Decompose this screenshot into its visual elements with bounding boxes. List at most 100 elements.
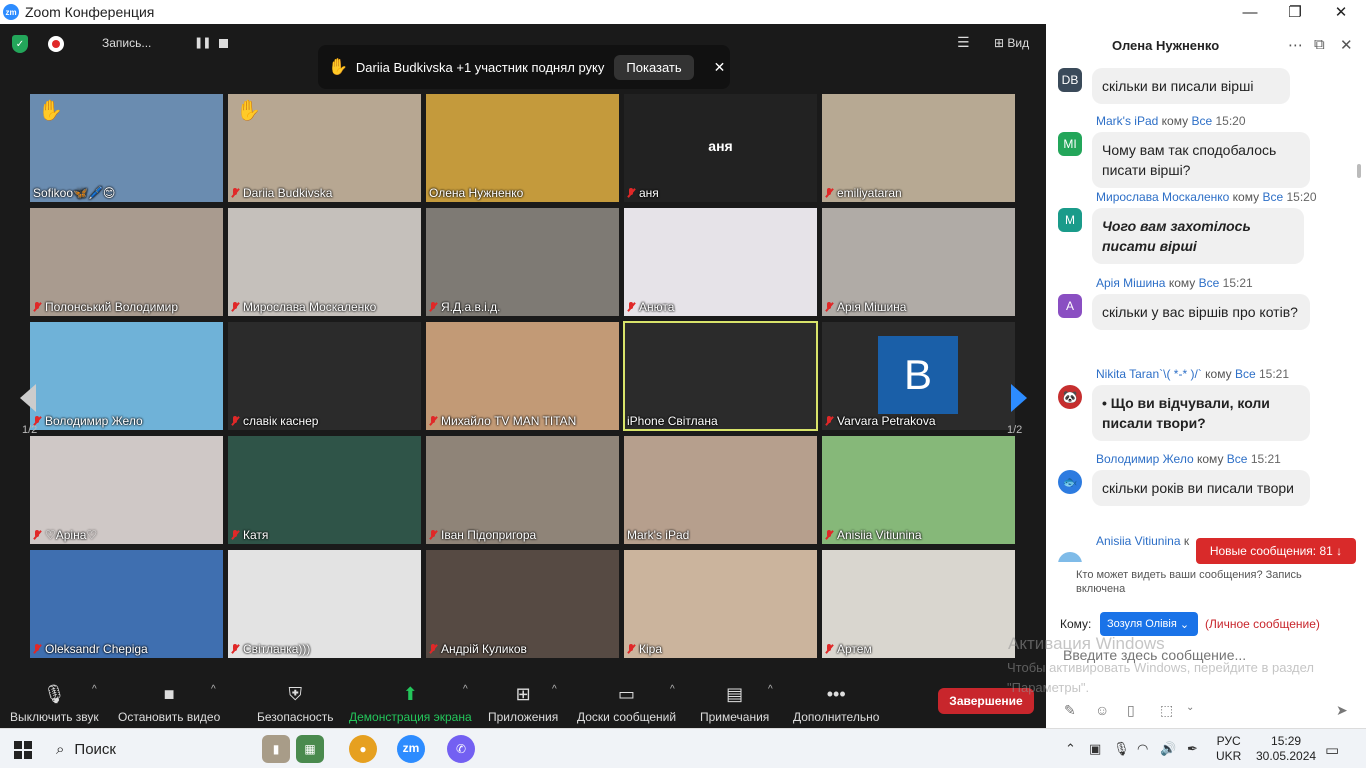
popout-icon[interactable]: ⧉ <box>1314 36 1325 53</box>
maximize-button[interactable]: ❐ <box>1272 0 1318 24</box>
previous-page-arrow-icon[interactable] <box>20 384 36 412</box>
share-options-caret[interactable]: ^ <box>463 684 468 695</box>
more-options-caret-icon[interactable]: ⌄ <box>1186 702 1194 713</box>
notifications-icon[interactable]: ▭ <box>1325 741 1339 759</box>
target-name[interactable]: Все <box>1199 276 1220 290</box>
mute-button[interactable]: 🎙 Выключить звук <box>10 682 99 725</box>
participant-tile[interactable]: Артем <box>822 550 1015 658</box>
participant-tile[interactable]: Іван Підопригора <box>426 436 619 544</box>
viber-icon[interactable]: ✆ <box>447 735 475 763</box>
participant-tile[interactable]: ✋ Dariia Budkivska <box>228 94 421 202</box>
security-button[interactable]: ⛨ Безопасность <box>257 682 334 725</box>
immersive-icon[interactable]: ☰ <box>957 34 970 51</box>
participant-tile[interactable]: Анюта <box>624 208 817 316</box>
tray-microphone-icon[interactable]: 🎙 <box>1113 741 1130 757</box>
who-can-see-link[interactable]: Кто может видеть ваши сообщения? Запись … <box>1076 568 1346 596</box>
close-notification-button[interactable]: ✕ <box>714 59 726 76</box>
participant-avatar: B <box>878 336 958 414</box>
emoji-icon[interactable]: ☺ <box>1095 702 1109 718</box>
stop-video-button[interactable]: ■ Остановить видео <box>118 682 220 725</box>
participant-name-text: emiliyataran <box>837 186 902 200</box>
sender-name[interactable]: Mark's iPad <box>1096 114 1158 128</box>
pause-record-button[interactable]: ❚❚ <box>194 36 211 49</box>
participant-tile[interactable]: Мирослава Москаленко <box>228 208 421 316</box>
new-messages-button[interactable]: Новые сообщения: 81 ↓ <box>1196 538 1356 564</box>
show-button[interactable]: Показать <box>614 54 694 80</box>
close-window-button[interactable]: ✕ <box>1318 0 1364 24</box>
whiteboard-options-caret[interactable]: ^ <box>670 684 675 695</box>
send-icon[interactable]: ➤ <box>1336 702 1348 719</box>
sender-name[interactable]: Володимир Жело <box>1096 452 1194 466</box>
share-screen-button[interactable]: ⬆ Демонстрация экрана <box>349 682 472 725</box>
muted-mic-icon <box>429 415 437 427</box>
target-name[interactable]: Все <box>1227 452 1248 466</box>
participant-tile[interactable]: ♡Аріна♡ <box>30 436 223 544</box>
more-button[interactable]: ••• Дополнительно <box>793 682 879 725</box>
video-options-caret[interactable]: ^ <box>211 684 216 695</box>
participant-tile[interactable]: Mark's iPad <box>624 436 817 544</box>
participant-tile[interactable]: славік каснер <box>228 322 421 430</box>
participant-tile[interactable]: Oleksandr Chepiga <box>30 550 223 658</box>
stop-record-button[interactable] <box>219 39 228 48</box>
participant-tile[interactable]: Світланка))) <box>228 550 421 658</box>
next-page-arrow-icon[interactable] <box>1011 384 1027 412</box>
tray-volume-icon[interactable]: 🔊 <box>1160 741 1176 757</box>
participant-tile[interactable]: аня аня <box>624 94 817 202</box>
recipient-select[interactable]: Зозуля Олівія ⌄ <box>1100 612 1198 636</box>
participant-tile[interactable]: B Varvara Petrakova <box>822 322 1015 430</box>
sender-name[interactable]: Nikita Taran`\( *-* )/` <box>1096 367 1202 381</box>
whiteboard-button[interactable]: ▭ Доски сообщений <box>577 682 676 725</box>
target-name[interactable]: Все <box>1262 190 1283 204</box>
participant-tile[interactable]: Арія Мішина <box>822 208 1015 316</box>
tray-pen-icon[interactable]: ✒ <box>1187 741 1198 757</box>
taskbar-clock[interactable]: 15:29 30.05.2024 <box>1256 734 1316 764</box>
taskbar-widget-icon[interactable]: ▮ <box>262 735 290 763</box>
participant-tile[interactable]: Кіра <box>624 550 817 658</box>
windows-start-icon[interactable] <box>14 741 32 759</box>
chat-scrollbar[interactable] <box>1357 164 1361 178</box>
target-name[interactable]: Все <box>1235 367 1256 381</box>
file-icon[interactable]: ▯ <box>1127 702 1135 719</box>
participant-tile[interactable]: Володимир Жело <box>30 322 223 430</box>
tray-wifi-icon[interactable]: ◠ <box>1137 741 1148 757</box>
participant-tile[interactable]: Я.Д.а.в.і.д. <box>426 208 619 316</box>
sender-name[interactable]: Арія Мішина <box>1096 276 1165 290</box>
participant-tile[interactable]: iPhone Світлана <box>623 321 818 431</box>
activation-watermark-text: Чтобы активировать Windows, перейдите в … <box>1007 660 1314 695</box>
participant-tile[interactable]: emiliyataran <box>822 94 1015 202</box>
sender-name[interactable]: Anisiia Vitiunina <box>1096 534 1181 548</box>
language-indicator[interactable]: РУС UKR <box>1216 734 1241 764</box>
muted-mic-icon <box>825 301 833 313</box>
view-button[interactable]: ⊞ Вид <box>994 36 1029 50</box>
message-text: скільки у вас віршів про котів? <box>1102 304 1298 320</box>
chat-more-icon[interactable]: ⋯ <box>1288 36 1303 54</box>
apps-button[interactable]: ⊞ Приложения <box>488 682 558 725</box>
minimize-button[interactable]: — <box>1227 0 1273 24</box>
participant-tile[interactable]: Андрій Куликов <box>426 550 619 658</box>
notes-options-caret[interactable]: ^ <box>768 684 773 695</box>
target-name[interactable]: Все <box>1191 114 1212 128</box>
chrome-icon[interactable]: ● <box>349 735 377 763</box>
participant-tile[interactable]: Олена Нужненко <box>426 94 619 202</box>
encryption-shield-icon[interactable]: ✓ <box>12 35 28 53</box>
message-bubble: Чому вам так сподобалось писати вірші? <box>1092 132 1310 188</box>
participant-tile[interactable]: Катя <box>228 436 421 544</box>
screenshot-icon[interactable]: ⬚ <box>1160 702 1173 719</box>
apps-options-caret[interactable]: ^ <box>552 684 557 695</box>
audio-options-caret[interactable]: ^ <box>92 684 97 695</box>
sender-name[interactable]: Мирослава Москаленко <box>1096 190 1229 204</box>
participant-name: Володимир Жело <box>33 414 143 428</box>
format-icon[interactable]: ✎ <box>1064 702 1076 719</box>
taskbar-search[interactable]: ⌕ Поиск <box>48 729 252 768</box>
taskbar-map-icon[interactable]: ▦ <box>296 735 324 763</box>
participant-tile[interactable]: ✋ Sofikoo🦋🖊️😊 <box>30 94 223 202</box>
clock-date: 30.05.2024 <box>1256 749 1317 763</box>
participant-tile[interactable]: Anisiia Vitiunina <box>822 436 1015 544</box>
tray-network-icon[interactable]: ▣ <box>1089 741 1101 757</box>
participant-tile[interactable]: Полонський Володимир <box>30 208 223 316</box>
participant-tile[interactable]: Михайло TV MAN TITAN <box>426 322 619 430</box>
zoom-taskbar-icon[interactable]: zm <box>397 735 425 763</box>
notes-button[interactable]: ▤ Примечания <box>700 682 769 725</box>
tray-chevron-icon[interactable]: ⌃ <box>1065 741 1076 757</box>
close-chat-icon[interactable]: ✕ <box>1340 36 1353 54</box>
